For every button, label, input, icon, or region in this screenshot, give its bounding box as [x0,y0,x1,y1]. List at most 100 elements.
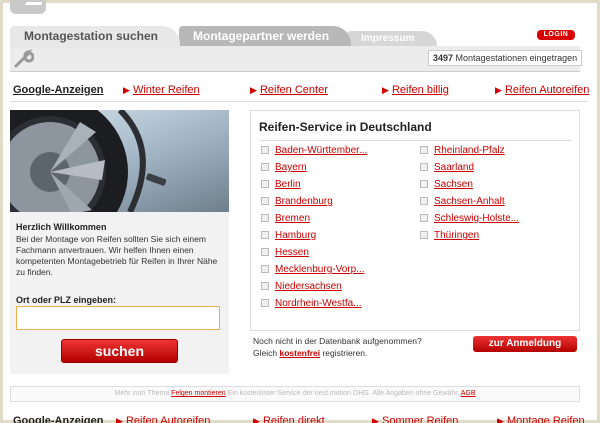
checkbox-icon[interactable] [261,231,269,239]
station-count-number: 3497 [433,53,454,63]
register-note-pre: Gleich [253,348,278,358]
station-count-text: Montagestationen eingetragen [455,53,578,63]
state-label[interactable]: Mecklenburg-Vorp... [275,264,365,275]
welcome-text: Bei der Montage von Reifen sollten Sie s… [16,234,218,277]
state-label[interactable]: Schleswig-Holste... [434,213,519,224]
arrow-right-icon: ▶ [123,85,130,95]
search-button[interactable]: suchen [61,339,178,363]
station-count: 3497 Montagestationen eingetragen [428,50,583,66]
state-label[interactable]: Sachsen [434,179,473,190]
arrow-right-icon: ▶ [495,85,502,95]
register-button[interactable]: zur Anmeldung [473,336,577,352]
arrow-right-icon: ▶ [497,416,504,423]
tab-montagestation-suchen[interactable]: Montagestation suchen [10,26,180,48]
state-checkbox-item[interactable]: Sachsen [420,178,473,192]
ad-link-label: Montage Reifen [506,415,585,423]
state-checkbox-item[interactable]: Brandenburg [261,195,333,209]
ad-link[interactable]: ▶ Reifen billig [382,83,449,97]
ad-link[interactable]: ▶ Sommer Reifen [372,414,458,423]
state-checkbox-item[interactable]: Baden-Württember... [261,144,367,158]
state-checkbox-item[interactable]: Sachsen-Anhalt [420,195,505,209]
state-checkbox-item[interactable]: Nordrhein-Westfa... [261,297,362,311]
state-checkbox-item[interactable]: Hamburg [261,229,316,243]
footer-agb-link[interactable]: AGB [461,390,476,397]
state-checkbox-item[interactable]: Hessen [261,246,309,260]
checkbox-icon[interactable] [420,231,428,239]
state-label[interactable]: Saarland [434,162,474,173]
state-label[interactable]: Brandenburg [275,196,333,207]
checkbox-icon[interactable] [261,197,269,205]
divider [259,140,571,141]
state-checkbox-item[interactable]: Berlin [261,178,301,192]
tab-impressum[interactable]: Impressum [347,31,437,46]
arrow-right-icon: ▶ [116,416,123,423]
state-label[interactable]: Berlin [275,179,301,190]
register-note-post: registrieren. [322,348,368,358]
plz-search-input[interactable] [16,306,220,330]
ad-link[interactable]: ▶ Reifen Autoreifen [495,83,589,97]
arrow-right-icon: ▶ [372,416,379,423]
checkbox-icon[interactable] [261,146,269,154]
state-checkbox-item[interactable]: Saarland [420,161,474,175]
ad-link-label: Reifen Autoreifen [504,84,590,96]
ad-link[interactable]: ▶ Winter Reifen [123,83,200,97]
ad-link[interactable]: ▶ Montage Reifen [497,414,585,423]
state-checkbox-item[interactable]: Mecklenburg-Vorp... [261,263,365,277]
arrow-right-icon: ▶ [250,85,257,95]
tab-montagepartner[interactable]: Montagepartner werden [179,26,351,46]
footer-felgen-link[interactable]: Felgen montieren [171,390,225,397]
state-label[interactable]: Hessen [275,247,309,258]
service-title: Reifen-Service in Deutschland [259,120,432,134]
register-free-link[interactable]: kostenfrei [279,348,320,358]
ad-link[interactable]: ▶ Reifen Center [250,83,328,97]
state-checkbox-item[interactable]: Rheinland-Pfalz [420,144,505,158]
ads-row-bottom: Google-Anzeigen ▶ Reifen Autoreifen ▶ Re… [13,414,588,423]
arrow-right-icon: ▶ [382,85,389,95]
state-label[interactable]: Baden-Württember... [275,145,367,156]
tire-hero-image [10,110,229,212]
register-note: Noch nicht in der Datenbank aufgenommen?… [253,335,473,359]
state-checkbox-item[interactable]: Schleswig-Holste... [420,212,519,226]
checkbox-icon[interactable] [420,146,428,154]
welcome-title: Herzlich Willkommen [16,222,107,232]
checkbox-icon[interactable] [261,299,269,307]
google-ads-label[interactable]: Google-Anzeigen [13,414,103,423]
footer-mid: Ein kostenloser Service der next.motion … [227,390,460,397]
ad-link-label: Reifen billig [391,84,449,96]
state-label[interactable]: Bremen [275,213,310,224]
ad-link[interactable]: ▶ Reifen Autoreifen [116,414,210,423]
ads-row-top: Google-Anzeigen ▶ Winter Reifen ▶ Reifen… [13,83,589,97]
state-label[interactable]: Thüringen [434,230,479,241]
checkbox-icon[interactable] [261,282,269,290]
checkbox-icon[interactable] [261,214,269,222]
checkbox-icon[interactable] [420,163,428,171]
ad-link-label: Winter Reifen [132,84,200,96]
plz-label: Ort oder PLZ eingeben: [16,295,117,305]
state-label[interactable]: Niedersachsen [275,281,342,292]
checkbox-icon[interactable] [261,163,269,171]
state-checkbox-item[interactable]: Thüringen [420,229,479,243]
checkbox-icon[interactable] [261,265,269,273]
login-button[interactable]: LOGIN [537,30,575,40]
state-checkbox-item[interactable]: Niedersachsen [261,280,342,294]
checkbox-icon[interactable] [420,180,428,188]
search-panel: Herzlich Willkommen Bei der Montage von … [10,110,229,374]
state-label[interactable]: Nordrhein-Westfa... [275,298,362,309]
state-checkbox-item[interactable]: Bremen [261,212,310,226]
checkbox-icon[interactable] [420,214,428,222]
ad-link-label: Reifen Center [259,84,328,96]
state-checkbox-item[interactable]: Bayern [261,161,307,175]
wrench-icon [14,49,34,68]
ad-link[interactable]: ▶ Reifen direkt [253,414,325,423]
state-label[interactable]: Rheinland-Pfalz [434,145,505,156]
site-logo[interactable] [10,0,46,14]
divider [10,101,588,102]
checkbox-icon[interactable] [420,197,428,205]
checkbox-icon[interactable] [261,248,269,256]
state-label[interactable]: Hamburg [275,230,316,241]
state-label[interactable]: Bayern [275,162,307,173]
google-ads-label[interactable]: Google-Anzeigen [13,83,103,97]
state-label[interactable]: Sachsen-Anhalt [434,196,505,207]
checkbox-icon[interactable] [261,180,269,188]
ad-link-label: Reifen Autoreifen [125,415,211,423]
